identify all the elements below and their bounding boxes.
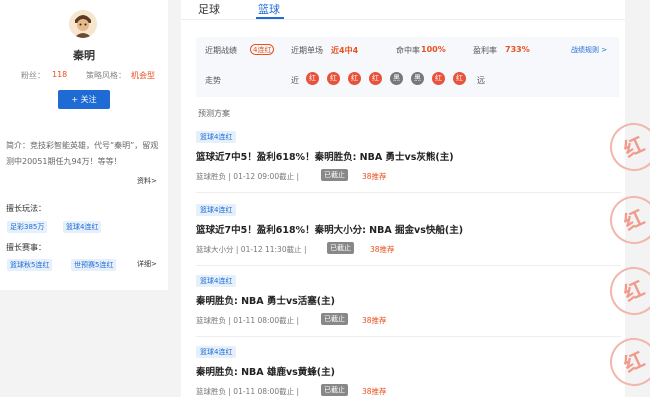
plan-item[interactable]: 篮球4连红 篮球近7中5！盈利618%！秦明大小分: NBA 掘金vs快船(主)… bbox=[196, 188, 650, 266]
plan-status-badge: 已截止 bbox=[321, 384, 348, 396]
red-result-stamp: 红 bbox=[602, 188, 650, 252]
trend-ball: 黑 bbox=[411, 72, 424, 85]
trend-ball: 红 bbox=[348, 72, 361, 85]
avatar-icon bbox=[69, 10, 97, 38]
plan-play-type: 篮球大小分 bbox=[196, 245, 234, 254]
streak-badge: 4连红 bbox=[250, 44, 275, 55]
plan-play-type: 篮球胜负 bbox=[196, 172, 226, 181]
trend-ball: 红 bbox=[453, 72, 466, 85]
plan-title[interactable]: 秦明胜负: NBA 雄鹿vs黄蜂(主) bbox=[196, 364, 335, 378]
event-detail-link[interactable]: 详细> bbox=[137, 259, 157, 269]
plan-price: 38推荐 bbox=[370, 245, 395, 254]
plan-title[interactable]: 秦明胜负: NBA 勇士vs活塞(主) bbox=[196, 293, 335, 307]
plan-deadline: 01-12 09:00截止 bbox=[233, 172, 295, 181]
good-event-tag[interactable]: 世预赛5连红 bbox=[71, 259, 117, 271]
fans-count: 118 bbox=[52, 70, 68, 79]
good-event-title: 擅长赛事： bbox=[6, 243, 46, 252]
plan-item[interactable]: 篮球4连红 篮球近7中5！盈利618%！秦明胜负: NBA 勇士vs灰熊(主) … bbox=[196, 115, 650, 193]
plan-meta: 篮球胜负 | 01-12 09:00截止 | bbox=[196, 172, 300, 181]
plan-status-badge: 已截止 bbox=[321, 313, 348, 325]
plan-price: 38推荐 bbox=[362, 172, 387, 181]
style-label: 策略风格： bbox=[86, 71, 126, 80]
main-panel: 足球 篮球 近期战绩 4连红 近期单场 近4中4 命中率 100% 盈利率 73… bbox=[181, 0, 650, 397]
single-label: 近期单场 bbox=[291, 46, 323, 55]
follow-button[interactable]: + 关注 bbox=[58, 90, 110, 109]
plan-play-type: 篮球胜负 bbox=[196, 387, 226, 396]
hit-rate-label: 命中率 bbox=[396, 46, 420, 55]
plan-item[interactable]: 篮球4连红 秦明胜负: NBA 雄鹿vs黄蜂(主) 篮球胜负 | 01-11 0… bbox=[196, 330, 650, 397]
plan-section-title: 预测方案 bbox=[198, 109, 230, 118]
plan-meta: 篮球胜负 | 01-11 08:00截止 | bbox=[196, 316, 300, 325]
plan-price: 38推荐 bbox=[362, 316, 387, 325]
plan-deadline: 01-11 08:00截止 bbox=[233, 387, 295, 396]
trend-ball: 红 bbox=[369, 72, 382, 85]
trend-label: 走势 bbox=[205, 76, 221, 85]
trend-ball: 黑 bbox=[390, 72, 403, 85]
plan-play-type: 篮球胜负 bbox=[196, 316, 226, 325]
plan-deadline: 01-11 08:00截止 bbox=[233, 316, 295, 325]
plan-deadline: 01-12 11:30截止 bbox=[240, 245, 302, 254]
profit-rate-value: 733% bbox=[505, 45, 530, 54]
hit-rate-value: 100% bbox=[421, 45, 446, 54]
red-result-stamp: 红 bbox=[602, 330, 650, 394]
plan-tag: 篮球4连红 bbox=[196, 346, 237, 358]
plan-meta: 篮球大小分 | 01-12 11:30截止 | bbox=[196, 245, 307, 254]
expert-profile-card: 秦明 粉丝： 118 策略风格： 机会型 + 关注 简介：竞技彩智能英雄，代号“… bbox=[0, 0, 168, 290]
plan-status-badge: 已截止 bbox=[327, 242, 354, 254]
trend-ball: 红 bbox=[327, 72, 340, 85]
tab-football[interactable]: 足球 bbox=[198, 1, 220, 17]
trend-far-label: 远 bbox=[477, 76, 485, 85]
trend-near-label: 近 bbox=[291, 76, 299, 85]
good-play-tag[interactable]: 足彩385万 bbox=[7, 221, 48, 233]
active-tab-indicator bbox=[256, 17, 284, 19]
sport-tabs: 足球 篮球 bbox=[181, 0, 625, 20]
red-result-stamp: 红 bbox=[602, 115, 650, 179]
good-play-tag[interactable]: 篮球4连红 bbox=[63, 221, 102, 233]
trend-ball: 红 bbox=[306, 72, 319, 85]
plan-meta: 篮球胜负 | 01-11 08:00截止 | bbox=[196, 387, 300, 396]
profit-rate-label: 盈利率 bbox=[473, 46, 497, 55]
avatar[interactable] bbox=[69, 10, 97, 38]
plan-tag: 篮球4连红 bbox=[196, 204, 237, 216]
good-event-tag[interactable]: 篮球秋5连红 bbox=[7, 259, 53, 271]
good-play-title: 擅长玩法： bbox=[6, 204, 46, 213]
red-result-stamp: 红 bbox=[602, 259, 650, 323]
fans-label: 粉丝： bbox=[21, 71, 45, 80]
plan-title[interactable]: 篮球近7中5！盈利618%！秦明大小分: NBA 掘金vs快船(主) bbox=[196, 222, 463, 236]
recent-record-label: 近期战绩 bbox=[205, 46, 237, 55]
profile-more-link[interactable]: 资料> bbox=[137, 176, 157, 186]
single-value: 近4中4 bbox=[331, 46, 359, 55]
plan-tag: 篮球4连红 bbox=[196, 131, 237, 143]
plan-tag: 篮球4连红 bbox=[196, 275, 237, 287]
plan-price: 38推荐 bbox=[362, 387, 387, 396]
intro-label: 简介： bbox=[6, 141, 30, 150]
trend-ball: 红 bbox=[432, 72, 445, 85]
tab-basketball[interactable]: 篮球 bbox=[258, 1, 280, 17]
record-rules-link[interactable]: 战绩规则 > bbox=[571, 45, 607, 55]
expert-name: 秦明 bbox=[73, 49, 95, 62]
record-summary: 近期战绩 4连红 近期单场 近4中4 命中率 100% 盈利率 733% 战绩规… bbox=[196, 37, 619, 97]
plan-item[interactable]: 篮球4连红 秦明胜负: NBA 勇士vs活塞(主) 篮球胜负 | 01-11 0… bbox=[196, 259, 650, 337]
style-value: 机会型 bbox=[131, 71, 155, 80]
plan-title[interactable]: 篮球近7中5！盈利618%！秦明胜负: NBA 勇士vs灰熊(主) bbox=[196, 149, 454, 163]
plan-status-badge: 已截止 bbox=[321, 169, 348, 181]
expert-intro: 简介：竞技彩智能英雄，代号“秦明”，留观测中20051期任九94万！等等！ bbox=[6, 138, 162, 170]
